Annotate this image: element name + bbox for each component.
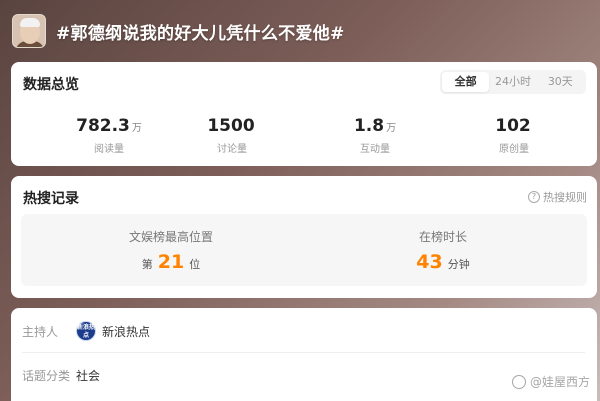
duration-block: 在榜时长 43 分钟 (343, 228, 543, 273)
stat-interactions-value: 1.8 (353, 116, 385, 136)
stat-interactions: 1.8 万 互动量 (315, 116, 435, 155)
watermark-text: @娃屋西方 (529, 375, 590, 389)
question-icon: ? (528, 191, 540, 203)
tab-30d[interactable]: 30天 (537, 72, 584, 92)
watermark: @娃屋西方 (511, 373, 590, 390)
stat-reads-unit: 万 (131, 123, 142, 134)
stat-original: 102 原创量 (454, 116, 574, 155)
duration-label: 在榜时长 (418, 230, 467, 244)
host-key: 主持人 (22, 324, 59, 339)
best-position-suffix: 位 (189, 258, 201, 271)
watermark-icon (511, 374, 526, 389)
time-range-tabs: 全部 24小时 30天 (440, 70, 586, 94)
host-name[interactable]: 新浪热点 (102, 323, 150, 340)
hot-search-record-panel: 文娱榜最高位置 第 21 位 在榜时长 43 分钟 (21, 214, 587, 286)
topic-title: #郭德纲说我的好大儿凭什么不爱他# (56, 23, 345, 44)
info-divider (22, 352, 585, 353)
overview-title: 数据总览 (23, 77, 79, 93)
tab-24h[interactable]: 24小时 (489, 72, 536, 92)
host-row: 主持人 新浪热点 新浪热点 (22, 321, 150, 341)
hot-search-card: 热搜记录 ? 热搜规则 文娱榜最高位置 第 21 位 在榜时长 43 分钟 (11, 176, 597, 298)
stat-original-label: 原创量 (499, 144, 529, 155)
host-logo[interactable]: 新浪热点 (76, 321, 96, 341)
best-position-value: 21 (157, 251, 185, 273)
duration-unit: 分钟 (447, 258, 470, 271)
hot-search-rules-link[interactable]: ? 热搜规则 (528, 189, 587, 205)
stat-discussions-label: 讨论量 (217, 144, 247, 155)
best-position-block: 文娱榜最高位置 第 21 位 (71, 228, 271, 273)
stats-row: 782.3 万 阅读量 1500 讨论量 1.8 万 互动量 102 原创量 (11, 116, 597, 156)
category-value: 社会 (76, 369, 101, 383)
topic-avatar[interactable] (12, 14, 46, 48)
stat-original-value: 102 (495, 116, 531, 136)
category-key: 话题分类 (22, 369, 71, 383)
data-overview-card: 数据总览 全部 24小时 30天 782.3 万 阅读量 1500 讨论量 1.8… (11, 62, 597, 166)
hot-search-title: 热搜记录 (23, 191, 79, 207)
topic-header: #郭德纲说我的好大儿凭什么不爱他# (0, 0, 600, 62)
tab-all[interactable]: 全部 (442, 72, 490, 92)
best-position-prefix: 第 (141, 258, 153, 271)
stat-discussions: 1500 讨论量 (172, 116, 292, 155)
category-row: 话题分类 社会 (22, 367, 100, 384)
stat-interactions-label: 互动量 (360, 144, 390, 155)
stat-discussions-value: 1500 (207, 116, 255, 136)
stat-reads-value: 782.3 (76, 116, 130, 136)
topic-info-card: 主持人 新浪热点 新浪热点 话题分类 社会 (11, 308, 597, 401)
duration-value: 43 (416, 251, 443, 273)
best-position-label: 文娱榜最高位置 (128, 230, 213, 244)
hot-search-rules-label: 热搜规则 (543, 191, 587, 204)
stat-reads: 782.3 万 阅读量 (49, 116, 169, 155)
stat-reads-label: 阅读量 (94, 144, 124, 155)
stat-interactions-unit: 万 (386, 123, 397, 134)
